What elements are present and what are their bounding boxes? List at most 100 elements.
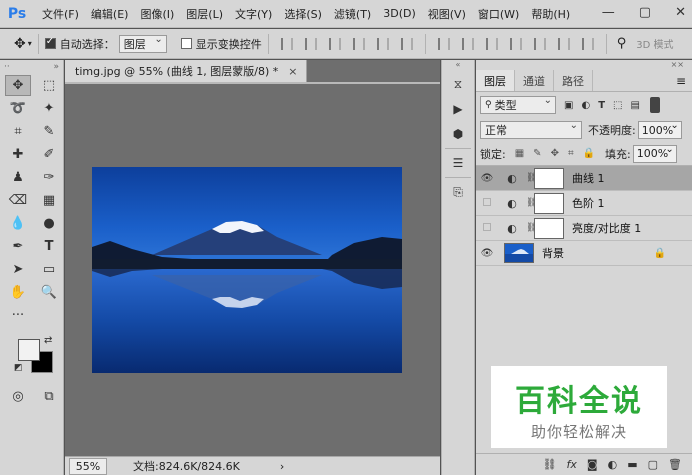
distribute-left-icon[interactable] — [509, 37, 522, 50]
layer-row[interactable]: ◐ ⛓ 亮度/对比度 1 — [476, 216, 692, 241]
auto-select-target-dropdown[interactable]: 图层 — [118, 34, 167, 53]
auto-align-icon[interactable] — [581, 37, 594, 50]
visibility-toggle[interactable] — [476, 222, 498, 234]
filter-shape-icon[interactable]: ⬚ — [613, 100, 622, 111]
align-bottom-icon[interactable] — [328, 37, 341, 50]
show-transform-checkbox[interactable] — [180, 38, 192, 49]
fill-field[interactable]: 100% — [632, 144, 677, 163]
healing-brush-tool-icon[interactable]: ✚ — [5, 144, 31, 165]
menu-layer[interactable]: 图层(L) — [186, 6, 223, 22]
brush-tool-icon[interactable]: ✐ — [36, 144, 62, 165]
panel-menu-icon[interactable]: ≡ — [676, 70, 692, 91]
magic-wand-tool-icon[interactable]: ✦ — [36, 98, 62, 119]
menu-edit[interactable]: 编辑(E) — [91, 6, 129, 22]
actions-play-icon[interactable]: ▶ — [445, 98, 471, 120]
quick-mask-icon[interactable]: ◎ — [5, 386, 31, 407]
lock-pixels-icon[interactable]: ✎ — [533, 148, 541, 159]
menu-file[interactable]: 文件(F) — [42, 6, 79, 22]
path-selection-tool-icon[interactable]: ➤ — [5, 259, 31, 280]
type-tool-icon[interactable]: T — [36, 236, 62, 257]
align-top-icon[interactable] — [280, 37, 293, 50]
auto-select-checkbox[interactable] — [44, 36, 56, 49]
close-document-icon[interactable]: × — [288, 65, 297, 78]
clone-stamp-tool-icon[interactable]: ♟ — [5, 167, 31, 188]
align-right-icon[interactable] — [400, 37, 413, 50]
tab-paths[interactable]: 路径 — [554, 70, 593, 91]
default-colors-icon[interactable]: ◩ — [14, 363, 23, 373]
screen-mode-icon[interactable]: ⧉ — [36, 386, 62, 407]
group-icon[interactable]: ▬ — [627, 458, 637, 471]
mask-link-icon[interactable]: ⛓ — [526, 223, 537, 233]
link-icon[interactable]: ⛓ — [543, 458, 557, 471]
eraser-tool-icon[interactable]: ⌫ — [5, 190, 31, 211]
mask-icon[interactable]: ◙ — [587, 458, 598, 471]
visibility-eye-icon[interactable]: 👁 — [476, 173, 498, 184]
lock-transparent-icon[interactable]: ▦ — [515, 148, 524, 159]
eyedropper-tool-icon[interactable]: ✎ — [36, 121, 62, 142]
properties-icon[interactable]: ☰ — [445, 152, 471, 174]
document-tab[interactable]: timg.jpg @ 55% (曲线 1, 图层蒙版/8) * × — [65, 60, 307, 82]
menu-window[interactable]: 窗口(W) — [478, 6, 519, 22]
history-icon[interactable]: ⧖ — [445, 73, 471, 95]
menu-filter[interactable]: 滤镜(T) — [334, 6, 371, 22]
lasso-tool-icon[interactable]: ➰ — [5, 98, 31, 119]
swap-colors-icon[interactable]: ⇄ — [44, 335, 52, 346]
filter-kind-dropdown[interactable]: ⚲ 类型 — [480, 95, 556, 114]
history-brush-tool-icon[interactable]: ✑ — [36, 167, 62, 188]
crop-tool-icon[interactable]: ⌗ — [5, 121, 31, 142]
visibility-toggle[interactable] — [476, 197, 498, 209]
hand-tool-icon[interactable]: ✋ — [5, 282, 31, 303]
preset-chevron-icon[interactable]: ▾ — [28, 39, 32, 48]
distribute-vcenter-icon[interactable] — [461, 37, 474, 50]
distribute-hcenter-icon[interactable] — [533, 37, 546, 50]
distribute-right-icon[interactable] — [557, 37, 570, 50]
filter-type-icon[interactable]: T — [598, 100, 605, 111]
visibility-eye-icon[interactable]: 👁 — [476, 248, 498, 259]
layer-row[interactable]: ◐ ⛓ 色阶 1 — [476, 191, 692, 216]
blur-tool-icon[interactable]: 💧 — [5, 213, 31, 234]
tab-layers[interactable]: 图层 — [476, 70, 515, 91]
gradient-tool-icon[interactable]: ▦ — [36, 190, 62, 211]
panel-grip[interactable]: « — [442, 60, 474, 70]
menu-select[interactable]: 选择(S) — [284, 6, 322, 22]
mask-link-icon[interactable]: ⛓ — [526, 198, 537, 208]
lock-all-icon[interactable]: 🔒 — [583, 148, 595, 159]
layer-mask-thumbnail[interactable] — [534, 192, 564, 214]
image-canvas[interactable] — [92, 167, 402, 373]
align-left-icon[interactable] — [352, 37, 365, 50]
maximize-button[interactable]: ▢ — [639, 5, 651, 20]
toolbar-grip[interactable]: ··» — [0, 60, 63, 74]
adjustment-icon[interactable]: ◐ — [608, 458, 618, 471]
trash-icon[interactable]: 🗑 — [668, 458, 682, 471]
lock-artboard-icon[interactable]: ⌗ — [568, 148, 574, 159]
move-tool-icon[interactable]: ✥ — [5, 75, 31, 96]
menu-3d[interactable]: 3D(D) — [383, 7, 416, 20]
move-tool-preset-icon[interactable]: ✥ — [14, 36, 26, 52]
layer-row[interactable]: 👁 背景 🔒 — [476, 241, 692, 266]
close-window-button[interactable]: ✕ — [675, 5, 686, 20]
tab-channels[interactable]: 通道 — [515, 70, 554, 91]
filter-adjustment-icon[interactable]: ◐ — [581, 100, 590, 111]
filter-toggle[interactable] — [649, 97, 660, 113]
opacity-field[interactable]: 100% — [637, 120, 682, 139]
panel-grip[interactable]: ×× — [476, 60, 692, 70]
zoom-level-field[interactable]: 55% — [69, 457, 107, 475]
menu-help[interactable]: 帮助(H) — [531, 6, 570, 22]
align-vcenter-icon[interactable] — [304, 37, 317, 50]
more-tools-icon[interactable]: ··· — [5, 305, 31, 326]
status-menu-arrow[interactable]: › — [280, 460, 284, 473]
menu-view[interactable]: 视图(V) — [428, 6, 466, 22]
lock-position-icon[interactable]: ✥ — [551, 148, 559, 159]
marquee-tool-icon[interactable]: ⬚ — [36, 75, 62, 96]
blend-mode-dropdown[interactable]: 正常 — [480, 120, 582, 139]
distribute-top-icon[interactable] — [437, 37, 450, 50]
zoom-tool-icon[interactable]: 🔍 — [36, 282, 62, 303]
menu-type[interactable]: 文字(Y) — [235, 6, 272, 22]
fx-icon[interactable]: fx — [567, 458, 577, 471]
align-hcenter-icon[interactable] — [376, 37, 389, 50]
filter-smart-object-icon[interactable]: ▤ — [630, 100, 639, 111]
filter-pixel-icon[interactable]: ▣ — [564, 100, 573, 111]
pen-tool-icon[interactable]: ✒ — [5, 236, 31, 257]
layer-mask-thumbnail[interactable] — [534, 167, 564, 189]
mask-link-icon[interactable]: ⛓ — [526, 173, 537, 183]
